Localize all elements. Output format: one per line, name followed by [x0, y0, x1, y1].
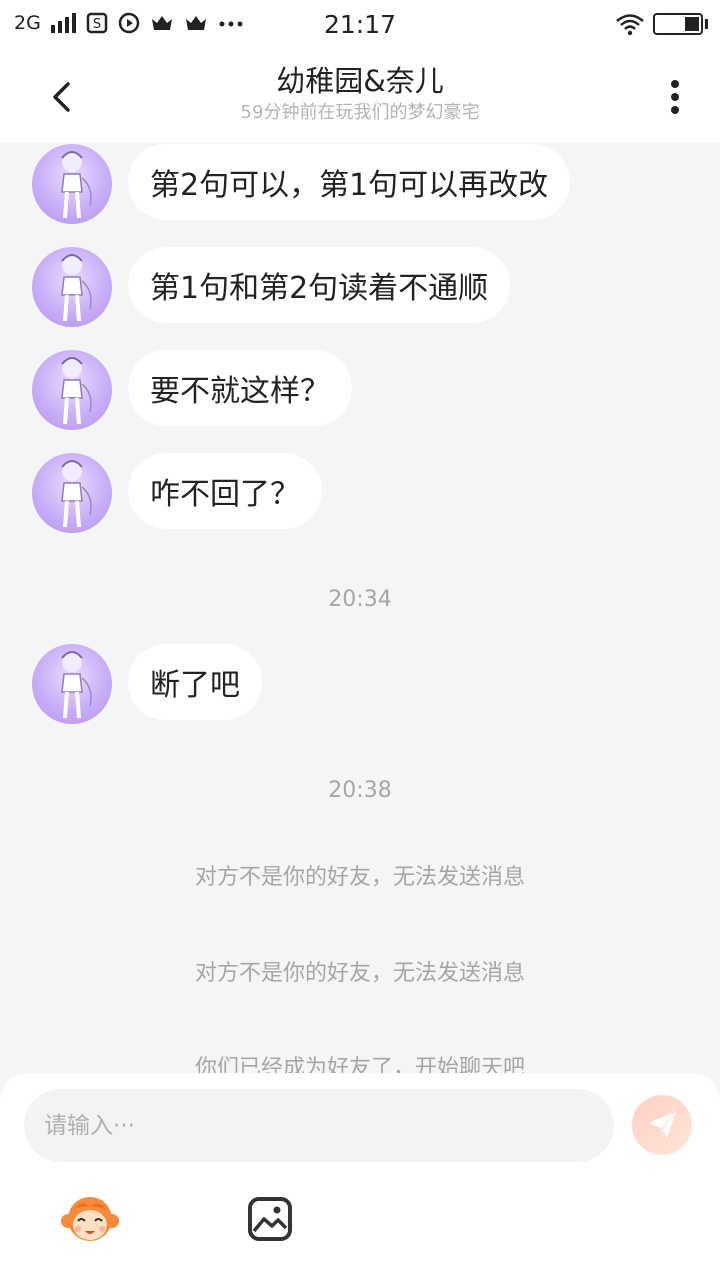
message-input[interactable]: [24, 1089, 614, 1162]
message-item: 断了吧: [32, 644, 262, 724]
system-message: 你们已经成为好友了，开始聊天吧: [194, 1056, 525, 1073]
message-item: 咋不回了？: [32, 453, 322, 533]
system-message: 对方不是你的好友，无法发送消息: [194, 961, 525, 986]
monkey-face-icon: [61, 1197, 119, 1241]
image-icon: [248, 1197, 292, 1241]
wifi-icon: [616, 14, 644, 36]
message-bubble[interactable]: 第1句和第2句读着不通顺: [128, 247, 511, 323]
battery-tip: [705, 19, 708, 29]
message-item: 要不就这样？: [32, 350, 352, 430]
message-text: 第1句和第2句读着不通顺: [150, 271, 489, 306]
timestamp-label: 20:34: [328, 587, 392, 612]
avatar-figure-icon: [61, 151, 92, 219]
avatar-figure-icon: [61, 357, 92, 425]
paper-plane-icon: [648, 1112, 676, 1138]
avatar[interactable]: [32, 453, 112, 533]
avatar[interactable]: [32, 247, 112, 327]
status-bar: 2G S 21:17: [0, 0, 720, 50]
title-group: 幼稚园&奈儿 59分钟前在玩我们的梦幻豪宅: [0, 62, 720, 126]
system-message: 对方不是你的好友，无法发送消息: [194, 865, 525, 890]
message-bubble[interactable]: 要不就这样？: [128, 350, 352, 426]
message-bubble[interactable]: 第2句可以，第1句可以再改改: [128, 144, 571, 220]
battery-icon: [653, 13, 703, 35]
avatar[interactable]: [32, 350, 112, 430]
send-button[interactable]: [632, 1095, 692, 1155]
avatar[interactable]: [32, 144, 112, 224]
avatar[interactable]: [32, 644, 112, 724]
message-text: 要不就这样？: [150, 374, 330, 409]
message-bubble[interactable]: 咋不回了？: [128, 453, 322, 529]
status-time: 21:17: [323, 10, 397, 39]
more-options-button[interactable]: [660, 76, 690, 120]
message-text: 咋不回了？: [150, 477, 300, 512]
status-right-group: [615, 12, 708, 36]
message-item: 第1句和第2句读着不通顺: [32, 247, 511, 327]
timestamp-label: 20:38: [328, 778, 392, 803]
message-bubble[interactable]: 断了吧: [128, 644, 262, 720]
avatar-figure-icon: [61, 651, 92, 719]
chat-list[interactable]: 第2句可以，第1句可以再改改 第1句和第2句读着不通顺 要不就这样？ 咋不回了？…: [0, 143, 720, 1073]
page-title: 幼稚园&奈儿: [276, 64, 444, 98]
avatar-figure-icon: [61, 254, 92, 322]
input-panel: [0, 1073, 720, 1280]
more-vertical-icon: [660, 80, 690, 114]
page-subtitle: 59分钟前在玩我们的梦幻豪宅: [240, 102, 480, 123]
image-button[interactable]: [246, 1195, 294, 1243]
avatar-figure-icon: [61, 460, 92, 528]
message-text: 断了吧: [150, 668, 240, 703]
chat-header: 幼稚园&奈儿 59分钟前在玩我们的梦幻豪宅: [0, 50, 720, 143]
message-item: 第2句可以，第1句可以再改改: [32, 144, 571, 224]
emoji-button[interactable]: [60, 1191, 120, 1247]
message-text: 第2句可以，第1句可以再改改: [150, 168, 549, 203]
